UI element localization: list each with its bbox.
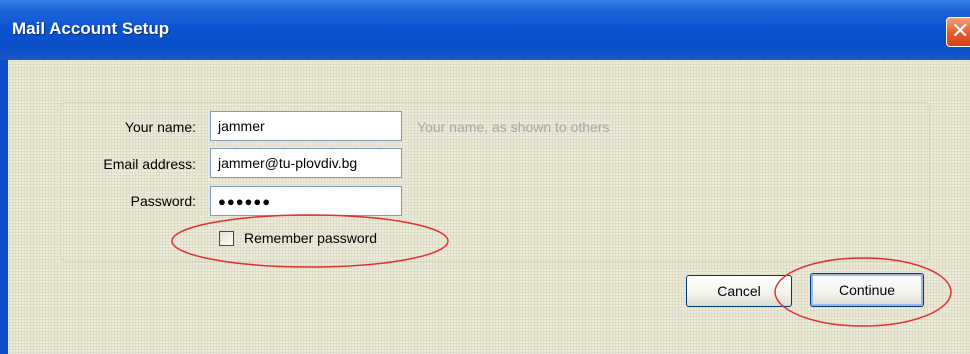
mail-account-setup-dialog: Mail Account Setup ✕ Your name: jammer Y…: [0, 0, 970, 354]
continue-annotation: [774, 257, 952, 327]
annotation-overlay: [171, 214, 952, 327]
remember-password-annotation: [171, 214, 449, 268]
